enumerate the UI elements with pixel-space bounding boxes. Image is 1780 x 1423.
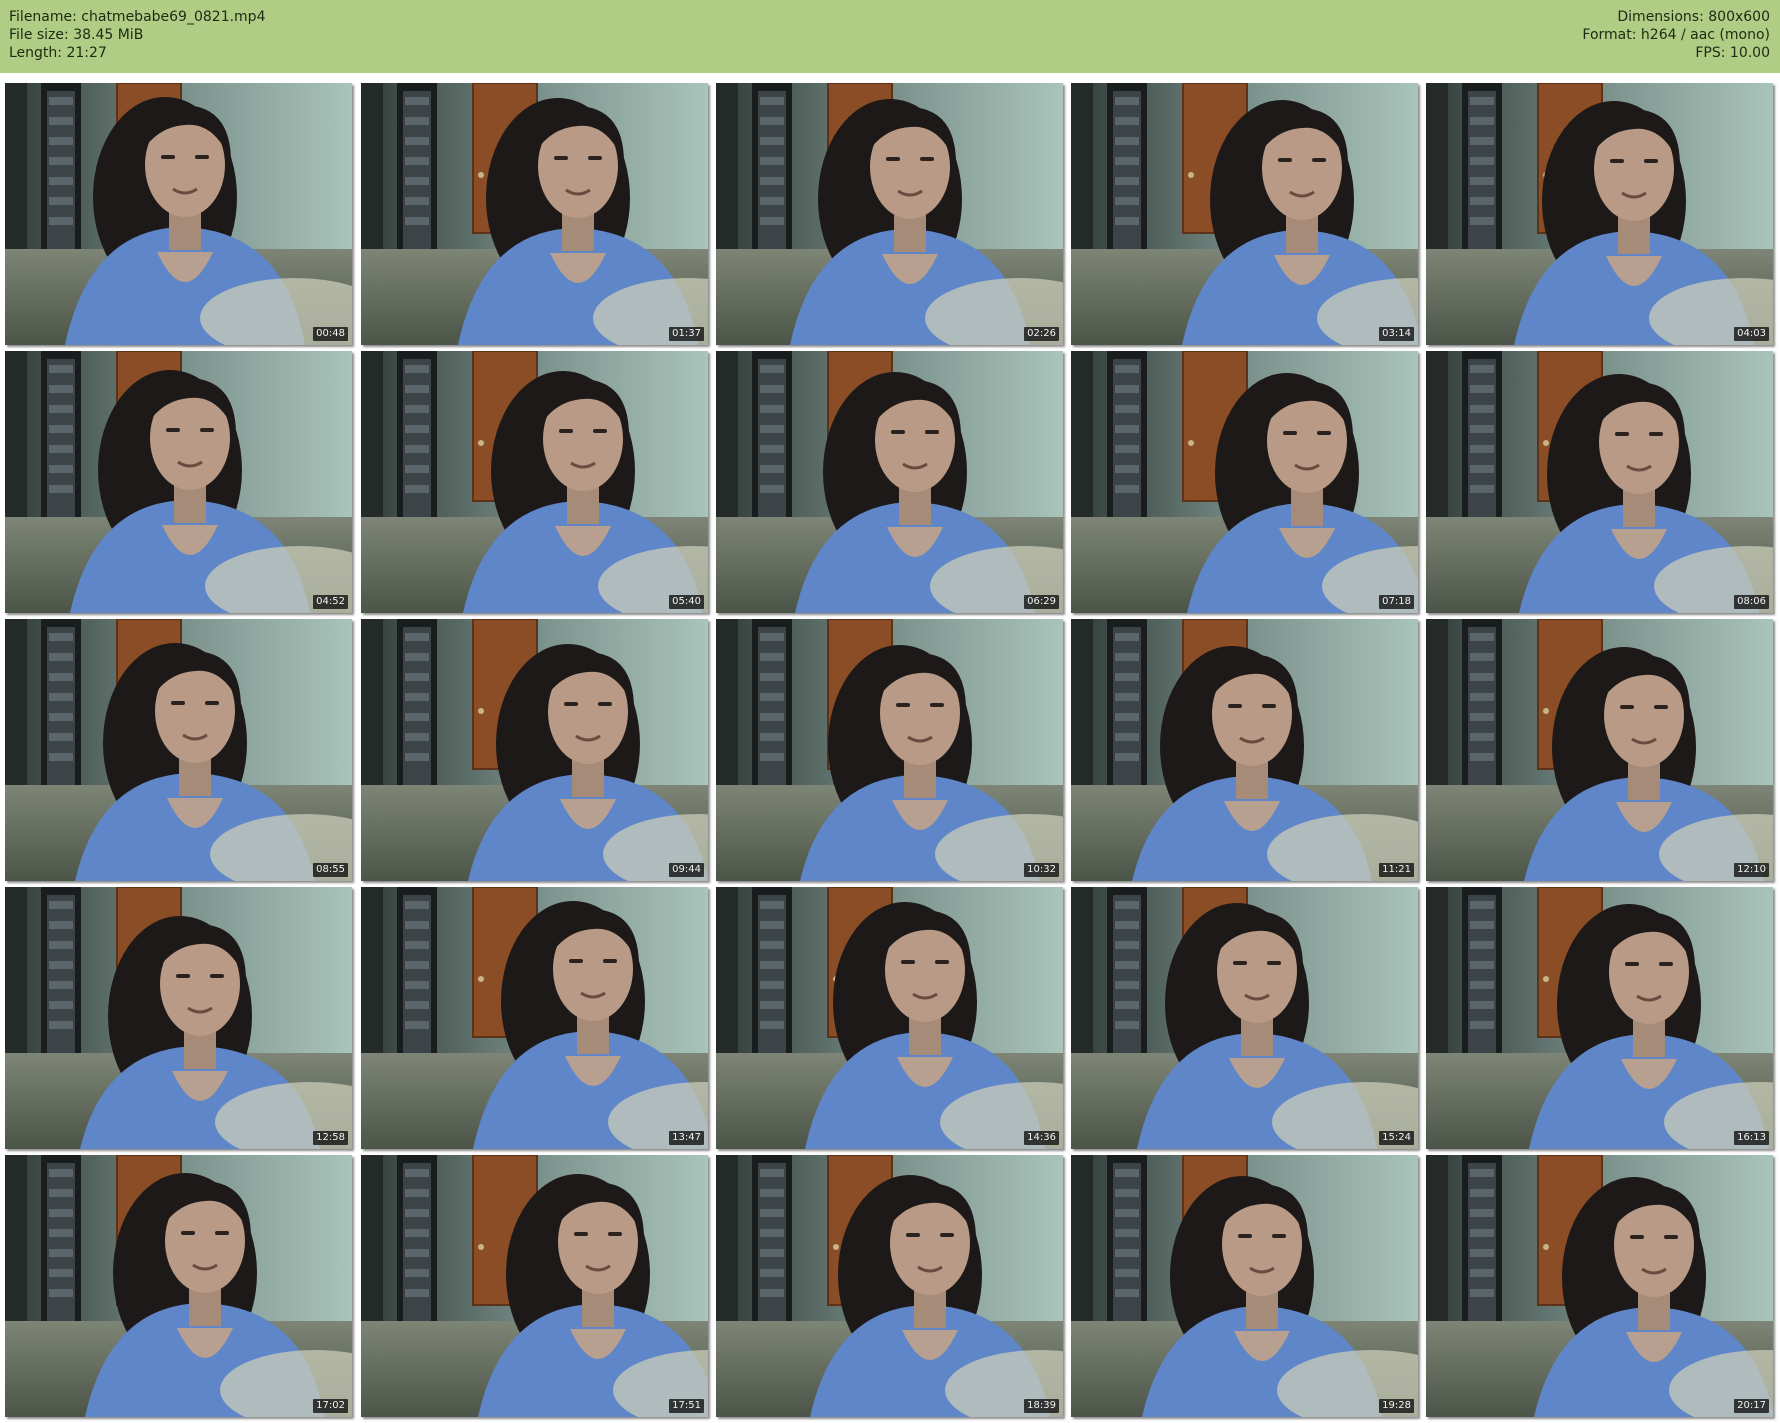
thumbnail[interactable]: 12:10 [1426,619,1773,881]
thumbnail[interactable]: 06:29 [716,351,1063,613]
timestamp-label: 18:39 [1024,1399,1059,1413]
thumbnail[interactable]: 17:51 [361,1155,708,1417]
video-frame-image [1426,83,1773,345]
thumbnail[interactable]: 20:17 [1426,1155,1773,1417]
thumbnail[interactable]: 19:28 [1071,1155,1418,1417]
video-frame-image [1071,619,1418,881]
timestamp-label: 04:52 [313,595,348,609]
thumbnail[interactable]: 15:24 [1071,887,1418,1149]
thumbnail[interactable]: 08:06 [1426,351,1773,613]
video-frame-image [5,887,352,1149]
timestamp-label: 12:58 [313,1131,348,1145]
video-frame-image [5,83,352,345]
thumbnail[interactable]: 09:44 [361,619,708,881]
timestamp-label: 09:44 [669,863,704,877]
thumbnail[interactable]: 01:37 [361,83,708,345]
video-frame-image [5,619,352,881]
thumbnail[interactable]: 18:39 [716,1155,1063,1417]
timestamp-label: 12:10 [1734,863,1769,877]
timestamp-label: 16:13 [1734,1131,1769,1145]
thumbnail[interactable]: 11:21 [1071,619,1418,881]
video-frame-image [1426,351,1773,613]
thumbnail[interactable]: 14:36 [716,887,1063,1149]
timestamp-label: 11:21 [1379,863,1414,877]
timestamp-label: 01:37 [669,327,704,341]
video-frame-image [361,351,708,613]
timestamp-label: 14:36 [1024,1131,1059,1145]
video-frame-image [1071,351,1418,613]
timestamp-label: 13:47 [669,1131,704,1145]
timestamp-label: 00:48 [313,327,348,341]
thumbnail-grid: 00:48 01:37 02:26 03:14 04:03 04:52 05:40 06:29… [0,0,1780,1423]
timestamp-label: 08:55 [313,863,348,877]
timestamp-label: 02:26 [1024,327,1059,341]
thumbnail[interactable]: 16:13 [1426,887,1773,1149]
video-frame-image [1071,1155,1418,1417]
video-frame-image [361,83,708,345]
thumbnail[interactable]: 10:32 [716,619,1063,881]
video-frame-image [5,1155,352,1417]
timestamp-label: 05:40 [669,595,704,609]
video-frame-image [361,619,708,881]
timestamp-label: 17:51 [669,1399,704,1413]
timestamp-label: 08:06 [1734,595,1769,609]
timestamp-label: 03:14 [1379,327,1414,341]
timestamp-label: 19:28 [1379,1399,1414,1413]
thumbnail[interactable]: 13:47 [361,887,708,1149]
thumbnail[interactable]: 00:48 [5,83,352,345]
video-frame-image [1426,1155,1773,1417]
thumbnail[interactable]: 02:26 [716,83,1063,345]
timestamp-label: 10:32 [1024,863,1059,877]
video-frame-image [716,83,1063,345]
timestamp-label: 20:17 [1734,1399,1769,1413]
video-frame-image [716,887,1063,1149]
timestamp-label: 07:18 [1379,595,1414,609]
video-frame-image [1071,887,1418,1149]
timestamp-label: 06:29 [1024,595,1059,609]
video-frame-image [716,351,1063,613]
thumbnail[interactable]: 04:52 [5,351,352,613]
video-frame-image [5,351,352,613]
timestamp-label: 04:03 [1734,327,1769,341]
thumbnail[interactable]: 07:18 [1071,351,1418,613]
video-frame-image [1426,619,1773,881]
video-frame-image [361,1155,708,1417]
timestamp-label: 15:24 [1379,1131,1414,1145]
thumbnail[interactable]: 05:40 [361,351,708,613]
video-frame-image [361,887,708,1149]
thumbnail[interactable]: 17:02 [5,1155,352,1417]
timestamp-label: 17:02 [313,1399,348,1413]
video-frame-image [716,619,1063,881]
thumbnail[interactable]: 04:03 [1426,83,1773,345]
video-frame-image [716,1155,1063,1417]
thumbnail[interactable]: 08:55 [5,619,352,881]
video-frame-image [1071,83,1418,345]
video-frame-image [1426,887,1773,1149]
thumbnail[interactable]: 03:14 [1071,83,1418,345]
thumbnail[interactable]: 12:58 [5,887,352,1149]
